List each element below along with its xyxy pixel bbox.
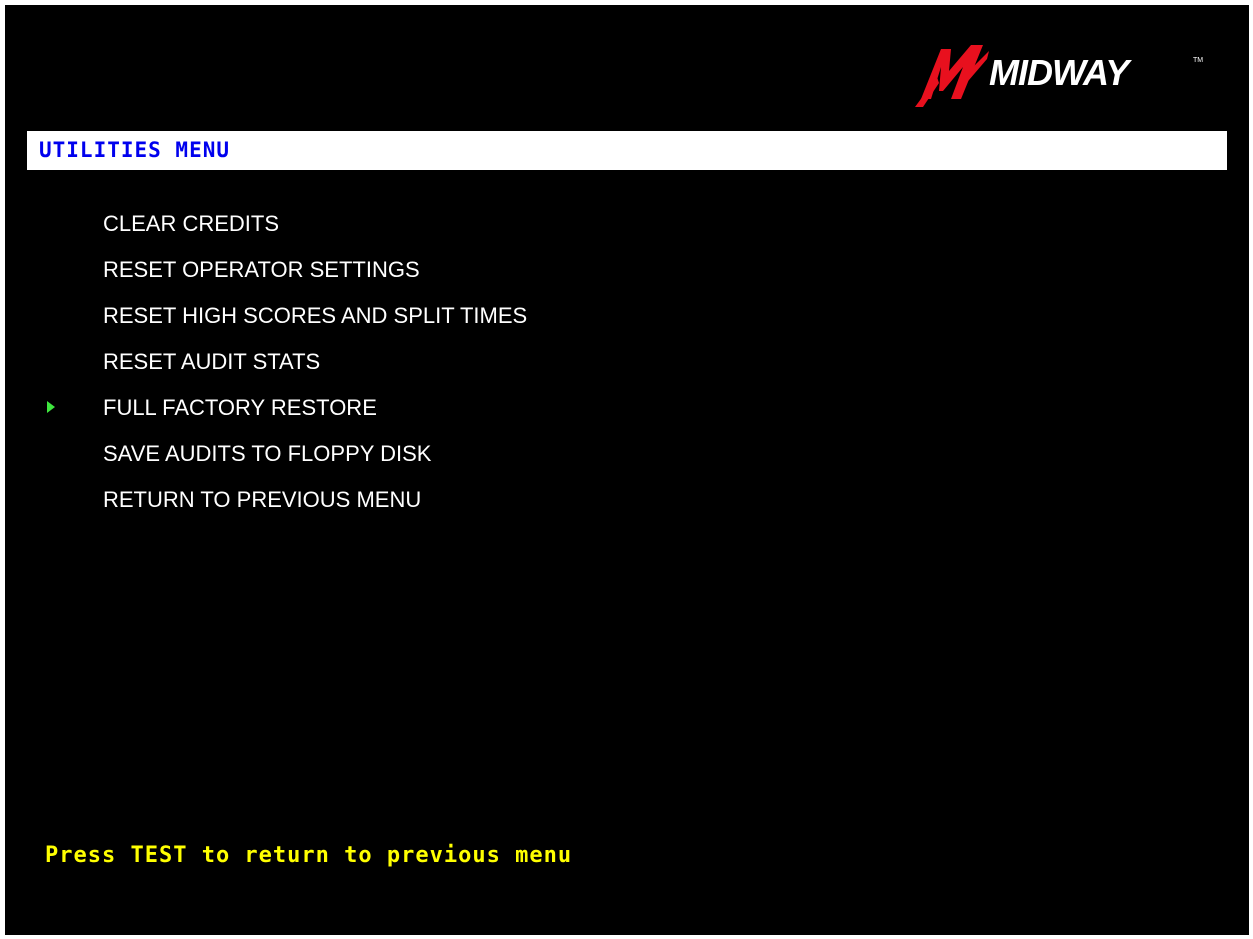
page-title: UTILITIES MENU <box>39 138 231 162</box>
selection-cursor-icon <box>47 401 55 413</box>
menu-item-label: CLEAR CREDITS <box>103 211 280 236</box>
menu-item-label: RESET OPERATOR SETTINGS <box>103 257 420 282</box>
menu-title-bar: UTILITIES MENU <box>27 131 1227 170</box>
menu-item-reset-high-scores[interactable]: RESET HIGH SCORES AND SPLIT TIMES <box>5 293 1005 339</box>
menu-item-save-audits[interactable]: SAVE AUDITS TO FLOPPY DISK <box>5 431 1005 477</box>
menu-item-label: RESET HIGH SCORES AND SPLIT TIMES <box>103 303 528 328</box>
midway-logo: MIDWAY TM <box>911 37 1221 113</box>
menu-item-label: RETURN TO PREVIOUS MENU <box>103 487 422 512</box>
menu-item-label: RESET AUDIT STATS <box>103 349 321 374</box>
operator-screen: MIDWAY TM UTILITIES MENU CLEAR CREDITS R… <box>5 5 1249 935</box>
menu-item-label: SAVE AUDITS TO FLOPPY DISK <box>103 441 432 466</box>
logo-trademark: TM <box>1193 57 1204 64</box>
midway-m-emblem-icon <box>915 45 989 107</box>
menu-item-reset-audit-stats[interactable]: RESET AUDIT STATS <box>5 339 1005 385</box>
utilities-menu-list: CLEAR CREDITS RESET OPERATOR SETTINGS RE… <box>5 201 1005 523</box>
footer-hint: Press TEST to return to previous menu <box>45 843 573 868</box>
menu-item-reset-operator-settings[interactable]: RESET OPERATOR SETTINGS <box>5 247 1005 293</box>
menu-item-label: FULL FACTORY RESTORE <box>103 395 377 420</box>
logo-wordmark: MIDWAY <box>989 52 1129 93</box>
menu-item-return-previous[interactable]: RETURN TO PREVIOUS MENU <box>5 477 1005 523</box>
menu-item-full-factory-restore[interactable]: FULL FACTORY RESTORE <box>5 385 1005 431</box>
menu-item-clear-credits[interactable]: CLEAR CREDITS <box>5 201 1005 247</box>
